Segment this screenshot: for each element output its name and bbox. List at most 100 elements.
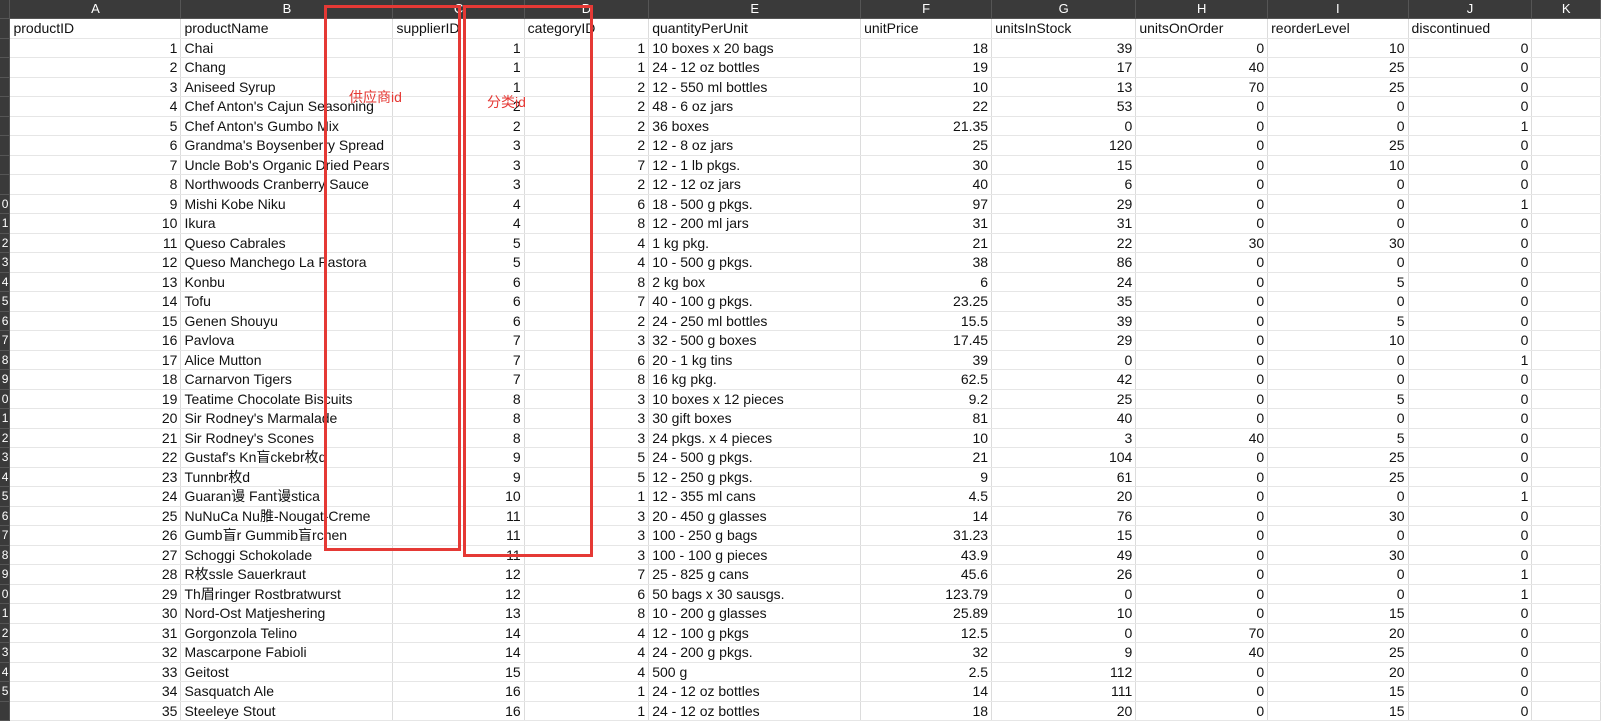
cell-unitPrice[interactable]: 31 (860, 213, 993, 234)
cell-reorderLevel[interactable]: 20 (1267, 623, 1409, 643)
cell-unitsOnOrder[interactable]: 30 (1135, 233, 1269, 253)
cell-unitsOnOrder[interactable]: 70 (1135, 623, 1269, 643)
row-number[interactable]: 4 (0, 467, 11, 487)
cell-productName[interactable]: Mishi Kobe Niku (180, 194, 394, 214)
cell-unitPrice[interactable]: 2.5 (860, 662, 993, 682)
cell-categoryID[interactable]: 5 (524, 447, 650, 468)
cell-empty[interactable] (1531, 701, 1601, 721)
cell-supplierID[interactable]: 7 (392, 350, 525, 370)
cell-discontinued[interactable]: 1 (1408, 584, 1533, 604)
cell-productID[interactable]: 25 (9, 506, 182, 526)
cell-productID[interactable]: 9 (9, 194, 182, 214)
cell-unitsInStock[interactable]: 104 (991, 447, 1137, 468)
cell-discontinued[interactable]: 0 (1408, 642, 1533, 663)
cell-unitsInStock[interactable]: 35 (991, 291, 1137, 312)
cell-unitsInStock[interactable]: 0 (991, 350, 1137, 370)
cell-unitPrice[interactable]: 12.5 (860, 623, 993, 643)
cell-unitsInStock[interactable]: 76 (991, 506, 1137, 526)
cell-productName[interactable]: Queso Cabrales (180, 233, 394, 253)
cell-unitsInStock[interactable]: 112 (991, 662, 1137, 682)
cell-unitsInStock[interactable]: 3 (991, 428, 1137, 448)
cell-unitsOnOrder[interactable]: 0 (1135, 252, 1269, 273)
cell-discontinued[interactable]: 0 (1408, 330, 1533, 351)
cell-categoryID[interactable]: 3 (524, 389, 650, 409)
cell-empty[interactable] (1531, 545, 1601, 565)
cell-productName[interactable]: Ikura (180, 213, 394, 234)
cell-quantityPerUnit[interactable]: 24 - 12 oz bottles (648, 681, 862, 702)
cell-productID[interactable]: 14 (9, 291, 182, 312)
row-number[interactable]: 4 (0, 272, 11, 292)
cell-productID[interactable]: 32 (9, 642, 182, 663)
cell-supplierID[interactable]: 11 (392, 545, 525, 565)
cell-productName[interactable]: Alice Mutton (180, 350, 394, 370)
cell-categoryID[interactable]: 7 (524, 564, 650, 585)
cell-unitsInStock[interactable]: 20 (991, 701, 1137, 721)
cell-unitsInStock[interactable]: 40 (991, 408, 1137, 429)
cell-unitsOnOrder[interactable]: 0 (1135, 486, 1269, 507)
cell-unitPrice[interactable]: 6 (860, 272, 993, 292)
cell-quantityPerUnit[interactable]: 500 g (648, 662, 862, 682)
cell-unitsInStock[interactable]: 61 (991, 467, 1137, 487)
cell-discontinued[interactable]: 0 (1408, 272, 1533, 292)
cell-categoryID[interactable]: 3 (524, 545, 650, 565)
cell-categoryID[interactable]: 4 (524, 662, 650, 682)
cell-productName[interactable]: Grandma's Boysenberry Spread (180, 135, 394, 156)
cell-productName[interactable]: Uncle Bob's Organic Dried Pears (180, 155, 394, 175)
cell-productID[interactable]: 29 (9, 584, 182, 604)
cell-unitPrice[interactable]: 30 (860, 155, 993, 175)
cell-quantityPerUnit[interactable]: 10 boxes x 12 pieces (648, 389, 862, 409)
cell-unitsOnOrder[interactable]: 0 (1135, 545, 1269, 565)
cell-unitsOnOrder[interactable]: 0 (1135, 213, 1269, 234)
row-number[interactable] (0, 174, 11, 195)
cell-discontinued[interactable]: 0 (1408, 467, 1533, 487)
cell-unitsInStock[interactable]: 6 (991, 174, 1137, 195)
cell-unitsOnOrder[interactable]: 0 (1135, 408, 1269, 429)
row-number[interactable]: 5 (0, 681, 11, 702)
cell-productName[interactable]: Geitost (180, 662, 394, 682)
cell-reorderLevel[interactable]: 15 (1267, 603, 1409, 624)
row-number[interactable]: 7 (0, 330, 11, 351)
cell-unitsOnOrder[interactable]: 0 (1135, 506, 1269, 526)
row-number[interactable]: 8 (0, 350, 11, 370)
column-header-h[interactable]: H (1135, 0, 1269, 19)
field-name-cell[interactable]: categoryID (524, 18, 650, 39)
cell-unitsOnOrder[interactable]: 0 (1135, 155, 1269, 175)
cell-empty[interactable] (1531, 38, 1601, 58)
cell-unitsInStock[interactable]: 111 (991, 681, 1137, 702)
row-number[interactable]: 2 (0, 428, 11, 448)
cell-reorderLevel[interactable]: 0 (1267, 96, 1409, 117)
cell-unitPrice[interactable]: 25 (860, 135, 993, 156)
cell-supplierID[interactable]: 8 (392, 389, 525, 409)
cell-categoryID[interactable]: 7 (524, 155, 650, 175)
cell-empty[interactable] (1531, 155, 1601, 175)
cell-discontinued[interactable]: 0 (1408, 369, 1533, 390)
cell-productID[interactable]: 5 (9, 116, 182, 136)
cell-discontinued[interactable]: 0 (1408, 155, 1533, 175)
row-number[interactable]: 1 (0, 213, 11, 234)
cell-reorderLevel[interactable]: 5 (1267, 311, 1409, 331)
cell-quantityPerUnit[interactable]: 36 boxes (648, 116, 862, 136)
cell-categoryID[interactable]: 1 (524, 681, 650, 702)
cell-productID[interactable]: 3 (9, 77, 182, 97)
column-header-f[interactable]: F (860, 0, 993, 19)
cell-unitsInStock[interactable]: 0 (991, 623, 1137, 643)
cell-quantityPerUnit[interactable]: 12 - 1 lb pkgs. (648, 155, 862, 175)
cell-productName[interactable]: Carnarvon Tigers (180, 369, 394, 390)
cell-unitsInStock[interactable]: 0 (991, 584, 1137, 604)
cell-supplierID[interactable]: 11 (392, 506, 525, 526)
cell-empty[interactable] (1531, 623, 1601, 643)
cell-unitPrice[interactable]: 21 (860, 233, 993, 253)
row-number[interactable]: 9 (0, 369, 11, 390)
cell-discontinued[interactable]: 0 (1408, 545, 1533, 565)
cell-unitPrice[interactable]: 62.5 (860, 369, 993, 390)
cell-productID[interactable]: 27 (9, 545, 182, 565)
cell-supplierID[interactable]: 8 (392, 428, 525, 448)
row-number[interactable]: 6 (0, 311, 11, 331)
cell-productID[interactable]: 31 (9, 623, 182, 643)
cell-unitPrice[interactable]: 4.5 (860, 486, 993, 507)
cell-quantityPerUnit[interactable]: 20 - 450 g glasses (648, 506, 862, 526)
cell-discontinued[interactable]: 1 (1408, 350, 1533, 370)
row-number[interactable] (0, 77, 11, 97)
cell-supplierID[interactable]: 5 (392, 252, 525, 273)
cell-unitsOnOrder[interactable]: 0 (1135, 584, 1269, 604)
